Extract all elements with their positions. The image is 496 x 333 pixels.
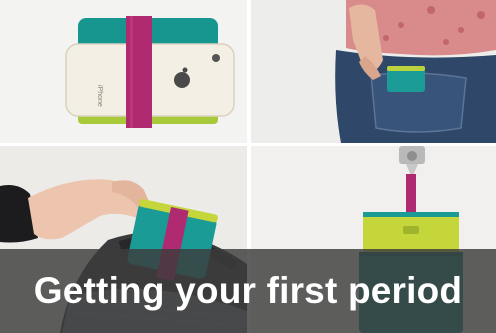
photo-pouch-with-phone: iPhone bbox=[0, 0, 247, 143]
phone-label: iPhone bbox=[96, 85, 103, 107]
caption-title: Getting your first period bbox=[33, 270, 463, 311]
photo-back-pocket bbox=[251, 0, 496, 143]
caption-banner: Getting your first period bbox=[0, 249, 496, 333]
